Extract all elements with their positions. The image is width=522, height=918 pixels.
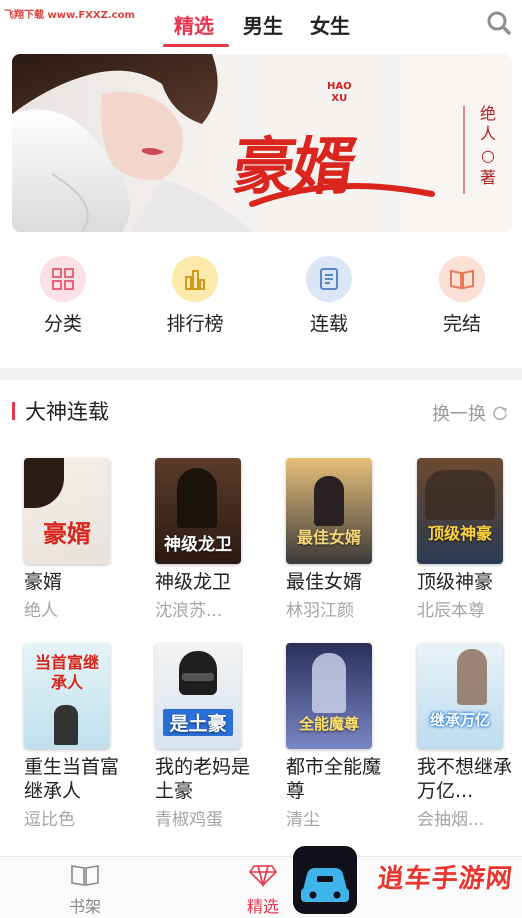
nav-featured[interactable]: 精选 <box>233 863 293 917</box>
cover-title: 最佳女婿 <box>296 528 361 547</box>
book-author: 林羽江颜 <box>286 601 354 621</box>
book-cover[interactable]: 顶级神豪 <box>417 458 503 564</box>
banner-author-name: 绝人 <box>479 104 496 143</box>
book-card[interactable]: 豪婿 豪婿 绝人 <box>24 458 134 621</box>
book-author: 会抽烟... <box>417 810 485 830</box>
document-icon <box>306 256 352 302</box>
book-card[interactable]: 顶级神豪 顶级神豪 北辰本尊 <box>417 458 522 621</box>
book-title: 重生当首富继承人 <box>24 756 120 802</box>
book-cover[interactable]: 继承万亿 <box>417 643 503 749</box>
tab-male[interactable]: 男生 <box>243 10 283 39</box>
cover-title: 全能魔尊 <box>298 715 359 733</box>
cover-title: 神级龙卫 <box>164 535 232 555</box>
cover-title: 继承万亿 <box>429 711 490 729</box>
book-cover[interactable]: 全能魔尊 <box>286 643 372 749</box>
category-label: 完结 <box>442 313 481 335</box>
book-card[interactable]: 全能魔尊 都市全能魔尊 清尘 <box>286 643 396 830</box>
banner-pinyin-line2: XU <box>331 93 348 104</box>
book-cover[interactable]: 当首富继承人 <box>24 643 110 749</box>
book-card[interactable]: 是土豪 我的老妈是土豪 青椒鸡蛋 <box>155 643 265 830</box>
cover-title: 豪婿 <box>43 520 91 548</box>
book-cover[interactable]: 最佳女婿 <box>286 458 372 564</box>
book-title: 神级龙卫 <box>155 571 232 593</box>
category-button-classify[interactable]: 分类 <box>18 256 108 336</box>
category-label: 分类 <box>43 313 82 335</box>
book-author: 逗比色 <box>24 810 75 830</box>
book-author: 沈浪苏... <box>155 601 223 621</box>
book-author: 北辰本尊 <box>417 601 485 621</box>
book-card[interactable]: 当首富继承人 重生当首富继承人 逗比色 <box>24 643 134 830</box>
banner-pinyin: HAO XU <box>327 81 352 105</box>
refresh-label: 换一换 <box>432 404 486 425</box>
open-book-icon <box>439 256 485 302</box>
tab-featured[interactable]: 精选 <box>174 10 214 39</box>
cover-title: 是土豪 <box>163 709 233 736</box>
book-cover[interactable]: 豪婿 <box>24 458 110 564</box>
book-card[interactable]: 最佳女婿 最佳女婿 林羽江颜 <box>286 458 396 621</box>
section-divider <box>0 368 522 380</box>
search-icon[interactable] <box>486 10 512 36</box>
category-button-serial[interactable]: 连载 <box>284 256 374 336</box>
bookshelf-icon <box>71 865 99 886</box>
featured-banner[interactable]: HAO XU 豪婿 绝人 ○ 著 <box>12 54 512 232</box>
book-title: 豪婿 <box>24 571 63 593</box>
category-shortcuts: 分类 排行榜 连载 完结 <box>0 256 522 340</box>
book-author: 清尘 <box>286 810 320 830</box>
book-cover[interactable]: 神级龙卫 <box>155 458 241 564</box>
book-cover[interactable]: 是土豪 <box>155 643 241 749</box>
refresh-icon <box>493 406 507 421</box>
refresh-button[interactable]: 换一换 <box>432 400 508 426</box>
bar-chart-icon <box>172 256 218 302</box>
book-title: 我的老妈是土豪 <box>155 756 251 802</box>
nav-bookshelf[interactable]: 书架 <box>55 863 115 917</box>
book-author: 青椒鸡蛋 <box>155 810 223 830</box>
book-card[interactable]: 继承万亿 我不想继承万亿... 会抽烟... <box>417 643 522 830</box>
app-screen: 飞翔下载 www.FXXZ.com 精选 男生 女生 HAO XU 豪婿 绝人 … <box>0 0 522 918</box>
banner-author-suffix: 著 <box>479 168 496 187</box>
active-tab-indicator <box>163 44 229 47</box>
banner-author: 绝人 ○ 著 <box>479 104 496 187</box>
book-title: 都市全能魔尊 <box>286 756 382 802</box>
book-card[interactable]: 神级龙卫 神级龙卫 沈浪苏... <box>155 458 265 621</box>
watermark-app-logo <box>293 846 357 914</box>
section-accent-bar <box>12 402 15 420</box>
book-title: 顶级神豪 <box>417 571 494 593</box>
section-title: 大神连载 <box>25 400 109 424</box>
book-title: 我不想继承万亿... <box>417 756 513 802</box>
nav-label: 书架 <box>68 897 101 916</box>
book-author: 绝人 <box>24 601 58 621</box>
banner-pinyin-line1: HAO <box>327 81 352 92</box>
banner-title: 豪婿 <box>228 130 359 203</box>
channel-tabs: 精选 男生 女生 <box>0 0 522 48</box>
watermark-bottom: 逍车手游网 <box>376 864 515 894</box>
category-label: 排行榜 <box>166 313 224 335</box>
book-title: 最佳女婿 <box>286 571 363 593</box>
nav-label: 精选 <box>246 897 279 916</box>
tab-female[interactable]: 女生 <box>310 10 350 39</box>
category-button-finished[interactable]: 完结 <box>417 256 507 336</box>
category-label: 连载 <box>309 313 348 335</box>
cover-title: 当首富继承人 <box>34 653 99 692</box>
cover-title: 顶级神豪 <box>427 524 492 543</box>
category-button-ranking[interactable]: 排行榜 <box>150 256 240 336</box>
grid-icon <box>40 256 86 302</box>
diamond-icon <box>248 865 278 889</box>
